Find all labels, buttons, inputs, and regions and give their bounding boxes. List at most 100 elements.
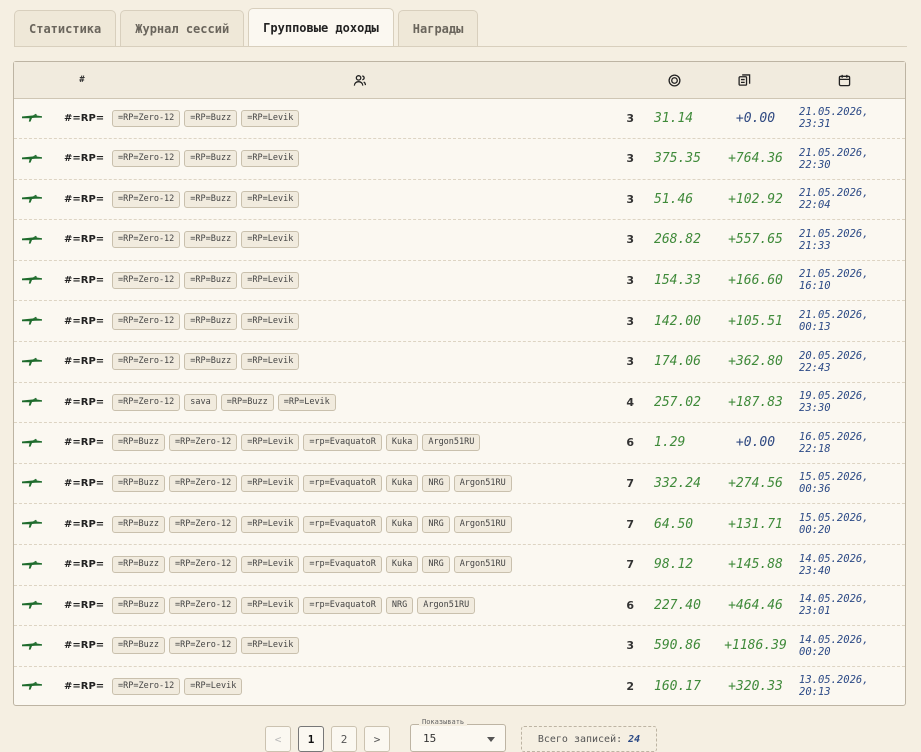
player-chip[interactable]: sava — [184, 393, 217, 411]
column-header-date[interactable] — [834, 62, 854, 98]
player-chip[interactable]: Argon51RU — [422, 434, 481, 452]
player-chip[interactable]: =RP=Levik — [241, 312, 300, 330]
player-chip[interactable]: =RP=Zero-12 — [112, 109, 181, 127]
table-row[interactable]: #=RP= =RP=Buzz =RP=Zero-12 =RP=Levik =rp=Eva… — [14, 545, 905, 586]
player-chip[interactable]: =RP=Zero-12 — [112, 190, 181, 208]
player-chip[interactable]: =RP=Buzz — [184, 231, 238, 249]
player-chip[interactable]: =RP=Levik — [241, 556, 300, 574]
table-row[interactable]: #=RP= =RP=Zero-12 =RP=Levik 2 160.17 +320.33 1… — [14, 666, 905, 707]
player-chip[interactable]: =RP=Zero-12 — [112, 393, 181, 411]
column-header-players[interactable] — [349, 62, 369, 98]
player-chip[interactable]: =RP=Zero-12 — [112, 677, 181, 695]
tab-statistics[interactable]: Статистика — [14, 10, 117, 46]
column-header-rp[interactable] — [664, 62, 684, 98]
group-tag: #=RP= — [64, 153, 105, 165]
table-row[interactable]: #=RP= =RP=Zero-12 =RP=Buzz =RP=Levik 3 154.33… — [14, 260, 905, 302]
player-chip[interactable]: =RP=Levik — [241, 271, 300, 289]
player-chip[interactable]: =RP=Buzz — [112, 434, 165, 452]
player-chip[interactable]: =RP=Levik — [241, 231, 300, 249]
player-chip[interactable]: NRG — [422, 515, 450, 533]
player-chip[interactable]: =RP=Buzz — [112, 474, 165, 492]
table-row[interactable]: #=RP= =RP=Buzz =RP=Zero-12 =RP=Levik =rp=Eva… — [14, 504, 905, 545]
player-chip[interactable]: =RP=Zero-12 — [168, 637, 238, 655]
player-chip[interactable]: =RP=Buzz — [220, 393, 274, 411]
table-row[interactable]: #=RP= =RP=Buzz =RP=Zero-12 =RP=Levik =rp=Eva… — [14, 585, 905, 627]
next-page-button[interactable]: > — [364, 726, 390, 752]
player-chip[interactable]: =RP=Buzz — [184, 190, 238, 208]
player-chip[interactable]: =rp=EvaquatoR — [303, 515, 382, 533]
rp-value: 375.35 — [654, 151, 701, 167]
player-chip[interactable]: Argon51RU — [453, 515, 512, 533]
player-chip[interactable]: =RP=Buzz — [184, 150, 238, 168]
player-chip[interactable]: =RP=Levik — [241, 474, 300, 492]
page-1-button[interactable]: 1 — [298, 726, 324, 752]
player-chip[interactable]: =RP=Zero-12 — [168, 556, 238, 574]
player-chip[interactable]: =RP=Buzz — [184, 271, 238, 289]
player-chip[interactable]: =RP=Levik — [184, 677, 243, 695]
table-row[interactable]: #=RP= =RP=Buzz =RP=Zero-12 =RP=Levik =rp=Eva… — [14, 423, 905, 464]
rp-value: 174.06 — [654, 354, 701, 370]
player-chip[interactable]: =rp=EvaquatoR — [303, 596, 382, 614]
player-chip[interactable]: =RP=Levik — [241, 434, 300, 452]
table-row[interactable]: #=RP= =RP=Zero-12 =RP=Buzz =RP=Levik 3 51.46 +… — [14, 179, 905, 221]
table-row[interactable]: #=RP= =RP=Zero-12 =RP=Buzz =RP=Levik 3 142.00… — [14, 301, 905, 342]
column-header-hash[interactable]: # — [72, 62, 92, 98]
player-chip[interactable]: NRG — [422, 474, 450, 492]
chevron-down-icon — [487, 737, 495, 742]
player-chip[interactable]: =RP=Levik — [241, 150, 300, 168]
player-chip[interactable]: =RP=Zero-12 — [168, 434, 238, 452]
per-page-select[interactable]: Показывать 15 — [410, 718, 506, 752]
player-chip[interactable]: =RP=Buzz — [112, 556, 165, 574]
page-2-button[interactable]: 2 — [331, 726, 357, 752]
tab-rewards[interactable]: Награды — [397, 10, 479, 46]
prev-page-button[interactable]: < — [265, 726, 291, 752]
tab-session-log[interactable]: Журнал сессий — [120, 10, 245, 46]
player-chip[interactable]: =rp=EvaquatoR — [303, 434, 382, 452]
player-chip[interactable]: =RP=Levik — [277, 393, 336, 411]
player-chip[interactable]: Argon51RU — [453, 474, 512, 492]
money-value: +1186.39 — [724, 638, 787, 654]
tab-group-income[interactable]: Групповые доходы — [248, 8, 394, 46]
player-chip[interactable]: =RP=Levik — [241, 353, 300, 371]
table-row[interactable]: #=RP= =RP=Zero-12 =RP=Buzz =RP=Levik 3 268.82… — [14, 220, 905, 261]
player-chip[interactable]: =RP=Levik — [241, 637, 300, 655]
player-chip[interactable]: =RP=Buzz — [184, 353, 238, 371]
player-count: 3 — [626, 314, 634, 328]
player-chip[interactable]: =RP=Buzz — [112, 515, 165, 533]
player-chip[interactable]: =RP=Zero-12 — [168, 515, 238, 533]
player-chip[interactable]: =RP=Buzz — [184, 109, 238, 127]
table-row[interactable]: #=RP= =RP=Buzz =RP=Zero-12 =RP=Levik 3 590.86… — [14, 626, 905, 667]
player-chip[interactable]: NRG — [422, 556, 450, 574]
table-row[interactable]: #=RP= =RP=Zero-12 =RP=Buzz =RP=Levik 3 174.06… — [14, 342, 905, 383]
player-chip[interactable]: =RP=Zero-12 — [112, 150, 181, 168]
player-chip[interactable]: =RP=Zero-12 — [112, 231, 181, 249]
player-chip[interactable]: Argon51RU — [417, 596, 476, 614]
player-chip[interactable]: =RP=Levik — [241, 190, 300, 208]
player-chip[interactable]: =RP=Levik — [241, 515, 300, 533]
table-row[interactable]: #=RP= =RP=Zero-12 =RP=Buzz =RP=Levik 3 375.35… — [14, 139, 905, 180]
player-chip[interactable]: =RP=Buzz — [112, 596, 165, 614]
player-chip[interactable]: =RP=Zero-12 — [112, 312, 181, 330]
player-chip[interactable]: =RP=Buzz — [112, 637, 165, 655]
player-chip[interactable]: Kuka — [385, 434, 419, 452]
table-row[interactable]: #=RP= =RP=Zero-12 sava =RP=Buzz =RP=Levik 4 25… — [14, 382, 905, 424]
player-chip[interactable]: Argon51RU — [453, 556, 512, 574]
player-chip[interactable]: =RP=Levik — [241, 596, 300, 614]
table-row[interactable]: #=RP= =RP=Zero-12 =RP=Buzz =RP=Levik 3 31.14 +… — [14, 98, 905, 139]
player-chip[interactable]: Kuka — [385, 474, 419, 492]
player-chip[interactable]: =RP=Zero-12 — [168, 596, 238, 614]
player-chip[interactable]: =RP=Zero-12 — [168, 474, 238, 492]
player-chip[interactable]: Kuka — [385, 515, 419, 533]
player-chip[interactable]: =RP=Buzz — [184, 312, 238, 330]
player-chip[interactable]: Kuka — [385, 556, 419, 574]
player-chip[interactable]: =RP=Zero-12 — [112, 271, 181, 289]
column-header-money[interactable] — [734, 62, 754, 98]
table-row[interactable]: #=RP= =RP=Buzz =RP=Zero-12 =RP=Levik =rp=Eva… — [14, 463, 905, 505]
player-chip[interactable]: =rp=EvaquatoR — [303, 556, 382, 574]
money-value: +187.83 — [728, 394, 783, 410]
player-chip[interactable]: =RP=Zero-12 — [112, 353, 181, 371]
player-chip[interactable]: =rp=EvaquatoR — [303, 474, 382, 492]
player-chip[interactable]: =RP=Levik — [241, 109, 300, 127]
player-count: 3 — [626, 639, 634, 653]
player-chip[interactable]: NRG — [385, 596, 414, 614]
